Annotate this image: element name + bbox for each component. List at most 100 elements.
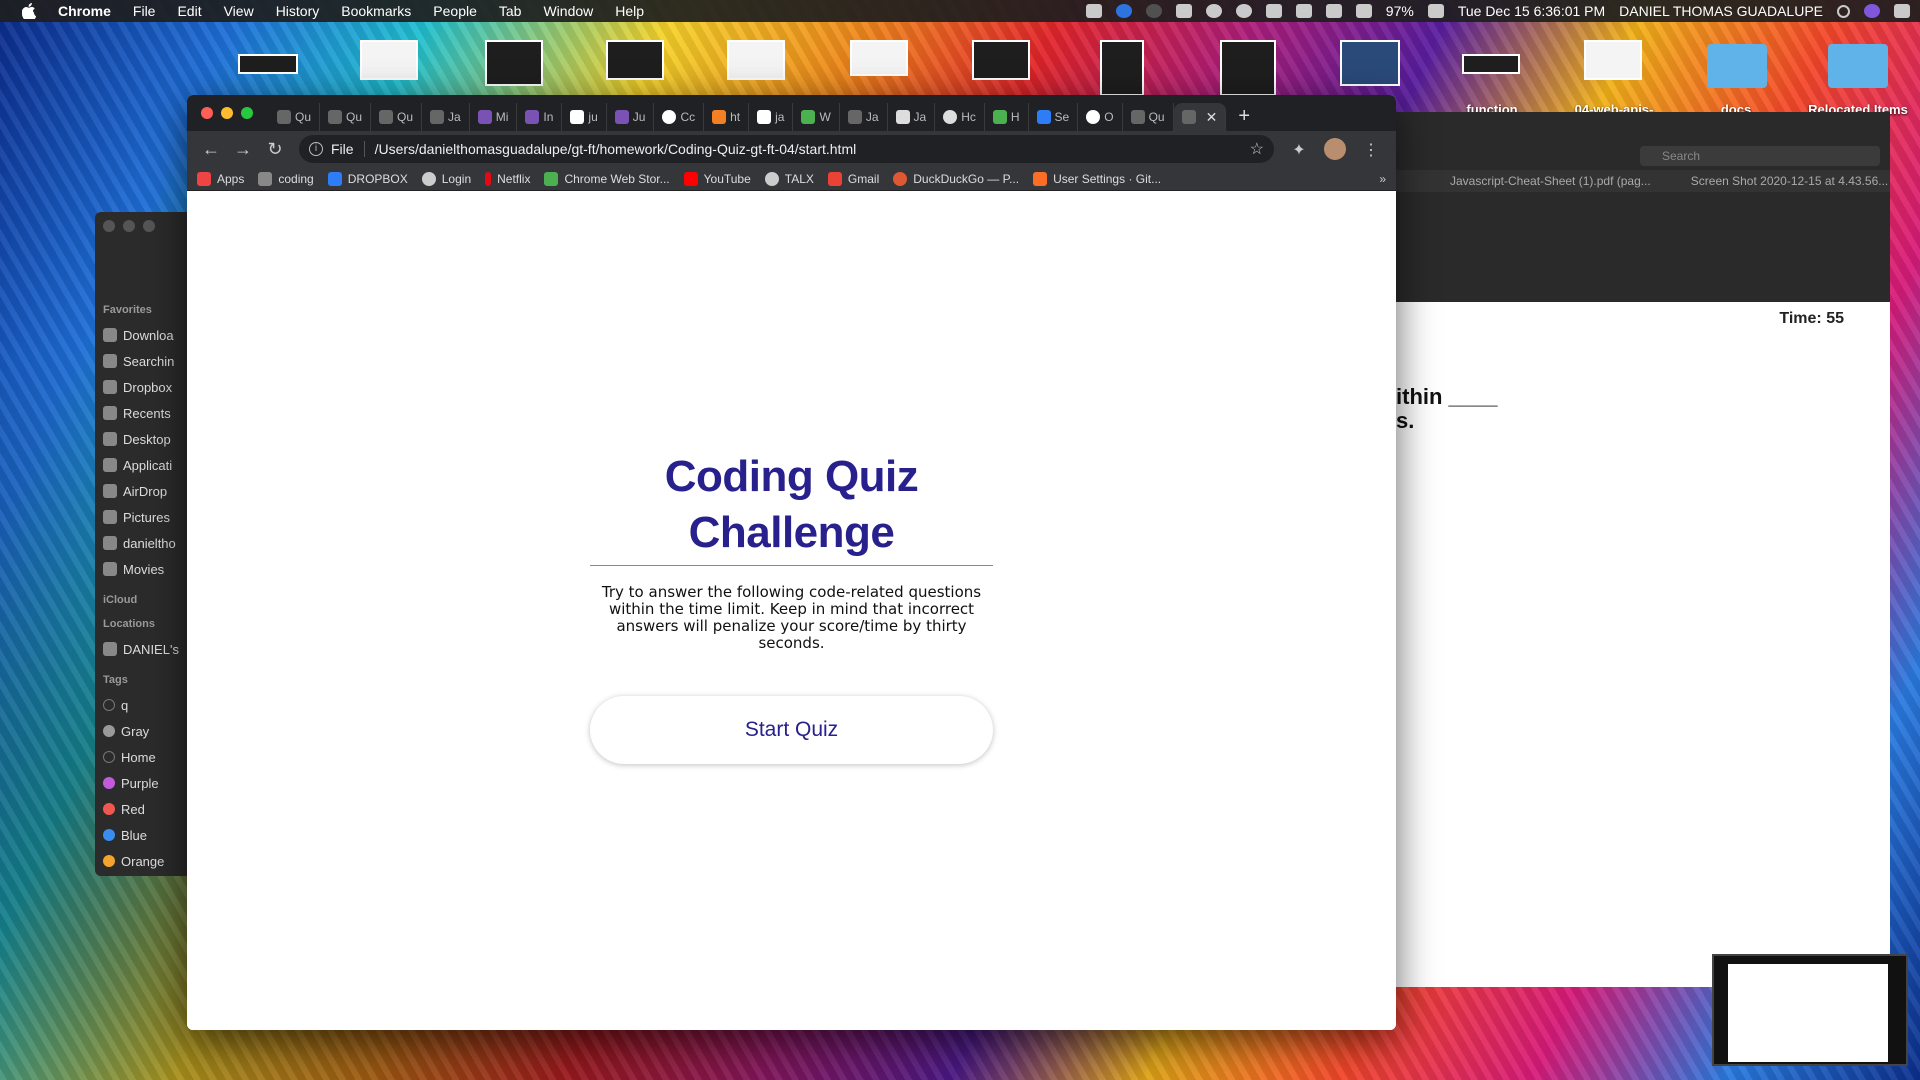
address-bar[interactable]: i File /Users/danielthomasguadalupe/gt-f… [299, 135, 1274, 163]
finder-item[interactable]: Pictures [103, 504, 195, 530]
info-icon[interactable]: i [309, 142, 323, 156]
status-icon[interactable] [1145, 4, 1162, 18]
bookmark-gmail[interactable]: Gmail [827, 171, 879, 186]
finder-item[interactable]: Applicati [103, 452, 195, 478]
window-thumbnail[interactable] [727, 40, 785, 80]
menu-bookmarks[interactable]: Bookmarks [341, 3, 411, 19]
bookmark-login[interactable]: Login [421, 171, 471, 186]
browser-tab-active[interactable]: ✕ [1173, 103, 1227, 131]
close-window-icon[interactable] [201, 107, 213, 119]
zoom-icon[interactable] [1085, 4, 1102, 18]
url-text[interactable]: /Users/danielthomasguadalupe/gt-ft/homew… [375, 141, 857, 157]
browser-tab[interactable]: ju [562, 103, 607, 131]
finder-item[interactable]: DANIEL's [103, 636, 195, 662]
window-thumbnail[interactable] [1462, 54, 1520, 74]
window-thumbnail[interactable] [360, 40, 418, 80]
bookmark-talx[interactable]: TALX [764, 171, 814, 186]
browser-tab[interactable]: ja [749, 103, 794, 131]
finder-tag[interactable]: q [103, 692, 195, 718]
finder-item[interactable]: Desktop [103, 426, 195, 452]
menu-people[interactable]: People [433, 3, 477, 19]
browser-tab[interactable]: Ja [888, 103, 936, 131]
preview-tab[interactable]: Screen Shot 2020-12-15 at 4.43.56... [1691, 174, 1888, 188]
window-thumbnail[interactable] [850, 40, 908, 76]
menu-edit[interactable]: Edit [177, 3, 201, 19]
bookmark-star-icon[interactable]: ☆ [1250, 139, 1264, 159]
screenshot-preview-thumbnail[interactable] [1712, 954, 1908, 1066]
profile-avatar[interactable] [1324, 138, 1346, 160]
menu-history[interactable]: History [276, 3, 320, 19]
finder-item[interactable]: Recents [103, 400, 195, 426]
spotlight-icon[interactable] [1837, 4, 1850, 18]
menu-help[interactable]: Help [615, 3, 644, 19]
menu-file[interactable]: File [133, 3, 156, 19]
battery-icon[interactable] [1427, 4, 1444, 18]
window-thumbnail[interactable] [1220, 40, 1276, 96]
bookmarks-overflow-icon[interactable]: » [1379, 172, 1386, 186]
finder-item[interactable]: AirDrop [103, 478, 195, 504]
finder-tag[interactable]: Gray [103, 718, 195, 744]
back-arrow-icon[interactable]: ← [195, 139, 227, 160]
minimize-icon[interactable] [123, 220, 135, 232]
maximize-window-icon[interactable] [241, 107, 253, 119]
browser-tab[interactable]: In [517, 103, 563, 131]
menu-window[interactable]: Window [543, 3, 593, 19]
window-thumbnail[interactable] [1584, 40, 1642, 80]
finder-item[interactable]: Downloa [103, 322, 195, 348]
bookmark-netflix[interactable]: Netflix [485, 171, 530, 186]
more-menu-icon[interactable]: ⋮ [1362, 140, 1380, 159]
finder-tag[interactable]: Blue [103, 822, 195, 848]
minimize-window-icon[interactable] [221, 107, 233, 119]
browser-tab[interactable]: Cc [654, 103, 705, 131]
finder-tag[interactable]: Purple [103, 770, 195, 796]
browser-tab[interactable]: Ja [840, 103, 888, 131]
start-quiz-button[interactable]: Start Quiz [590, 696, 993, 764]
window-thumbnail[interactable] [1340, 40, 1400, 86]
finder-tag[interactable]: Red [103, 796, 195, 822]
menu-app-name[interactable]: Chrome [58, 3, 111, 19]
preview-tab[interactable]: Javascript-Cheat-Sheet (1).pdf (pag... [1450, 174, 1651, 188]
browser-tab[interactable]: Ju [607, 103, 655, 131]
close-tab-icon[interactable]: ✕ [1206, 109, 1218, 126]
browser-tab[interactable]: Qu [269, 103, 321, 131]
browser-tab[interactable]: Se [1029, 103, 1079, 131]
clock[interactable]: Tue Dec 15 6:36:01 PM [1458, 3, 1605, 19]
window-thumbnail[interactable] [606, 40, 664, 80]
browser-tab[interactable]: Mi [470, 103, 518, 131]
bookmark-coding[interactable]: coding [258, 171, 314, 186]
apple-icon[interactable] [22, 3, 36, 19]
forward-arrow-icon[interactable]: → [227, 139, 259, 160]
bookmark-apps[interactable]: Apps [197, 171, 244, 186]
volume-icon[interactable] [1325, 4, 1342, 18]
finder-item[interactable]: Searchin [103, 348, 195, 374]
close-icon[interactable] [103, 220, 115, 232]
bookmark-youtube[interactable]: YouTube [683, 171, 751, 186]
bookmark-duckduckgo[interactable]: DuckDuckGo — P... [893, 171, 1019, 186]
browser-tab[interactable]: H [985, 103, 1029, 131]
browser-tab[interactable]: Qu [1123, 103, 1174, 131]
preview-search-input[interactable]: Search [1640, 146, 1880, 166]
reload-icon[interactable]: ↻ [259, 139, 291, 160]
window-thumbnail[interactable] [972, 40, 1030, 80]
bookmark-chrome-web-store[interactable]: Chrome Web Stor... [544, 171, 670, 186]
browser-tab[interactable]: Qu [320, 103, 372, 131]
bookmark-dropbox[interactable]: DROPBOX [327, 171, 408, 186]
browser-tab[interactable]: Ja [422, 103, 470, 131]
menu-view[interactable]: View [224, 3, 254, 19]
browser-tab[interactable]: Qu [371, 103, 423, 131]
window-thumbnail[interactable] [238, 54, 298, 74]
finder-item[interactable]: Movies [103, 556, 195, 582]
browser-tab[interactable]: ht [704, 103, 750, 131]
bluetooth-icon[interactable] [1265, 4, 1282, 18]
window-thumbnail[interactable] [1100, 40, 1144, 96]
messenger-icon[interactable] [1115, 4, 1132, 18]
extensions-puzzle-icon[interactable]: ✦ [1290, 140, 1308, 159]
browser-tab[interactable]: O [1078, 103, 1123, 131]
browser-tab[interactable]: W [793, 103, 840, 131]
browser-tab[interactable]: Hc [935, 103, 985, 131]
folder-icon[interactable] [1828, 44, 1888, 88]
finder-tag[interactable]: Home [103, 744, 195, 770]
notification-center-icon[interactable] [1894, 4, 1910, 18]
finder-tag[interactable]: Orange [103, 848, 195, 874]
user-name[interactable]: DANIEL THOMAS GUADALUPE [1619, 3, 1823, 19]
